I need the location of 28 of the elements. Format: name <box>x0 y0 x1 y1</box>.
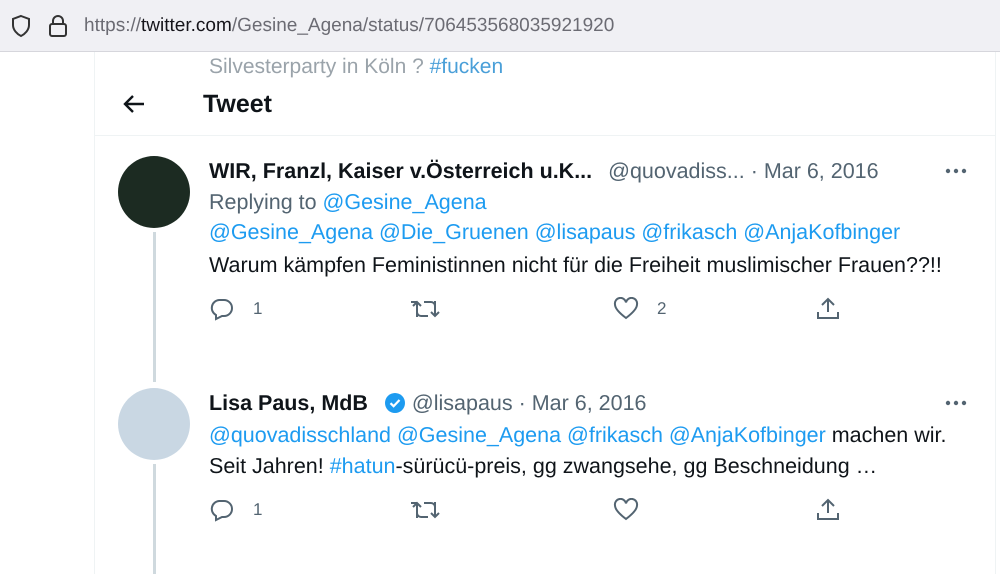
share-icon[interactable] <box>815 498 841 522</box>
page-title: Tweet <box>203 90 272 118</box>
reply-count: 1 <box>253 299 262 319</box>
lock-icon[interactable] <box>48 14 68 38</box>
user-handle[interactable]: @quovadiss... <box>608 158 745 184</box>
tweet-date[interactable]: · Mar 6, 2016 <box>750 158 879 184</box>
more-icon[interactable] <box>945 168 967 174</box>
share-icon[interactable] <box>815 297 841 321</box>
tweet-text: @quovadisschland @Gesine_Agena @frikasch @AnjaKofbinger machen wir. Seit Jahren! #hatun-sürücü-preis, gg zwangsehe, gg Beschneidung … <box>209 422 948 480</box>
heart-icon[interactable] <box>613 498 639 522</box>
tweet-text: Warum kämpfen Feministinnen nicht für die Freiheit muslimischer Frauen??!! <box>209 252 943 279</box>
like-count: 2 <box>657 299 666 319</box>
reply-icon[interactable] <box>209 498 235 522</box>
shield-icon[interactable] <box>10 14 32 38</box>
reply-icon[interactable] <box>209 297 235 321</box>
heart-icon[interactable] <box>613 297 639 321</box>
display-name[interactable]: Lisa Paus, MdB <box>209 390 368 416</box>
display-name[interactable]: WIR, Franzl, Kaiser v.Österreich u.K... <box>209 158 592 184</box>
user-handle[interactable]: @lisapaus <box>412 390 513 416</box>
faded-tweet-text: Silvesterparty in Köln ? #fucken <box>208 54 504 79</box>
tweet-date[interactable]: · Mar 6, 2016 <box>518 390 646 416</box>
url-text: https://twitter.com/Gesine_Agena/status/706453568035921920 <box>84 14 614 36</box>
address-bar[interactable]: https://twitter.com/Gesine_Agena/status/706453568035921920 <box>0 0 1000 52</box>
tweet-text: @Gesine_Agena @Die_Gruenen @lisapaus @frikasch @AnjaKofbinger <box>209 219 902 246</box>
back-arrow-icon[interactable] <box>122 93 146 115</box>
more-icon[interactable] <box>945 400 967 406</box>
reply-count: 1 <box>253 500 262 520</box>
replying-to-text: Replying to @Gesine_Agena <box>209 190 488 215</box>
